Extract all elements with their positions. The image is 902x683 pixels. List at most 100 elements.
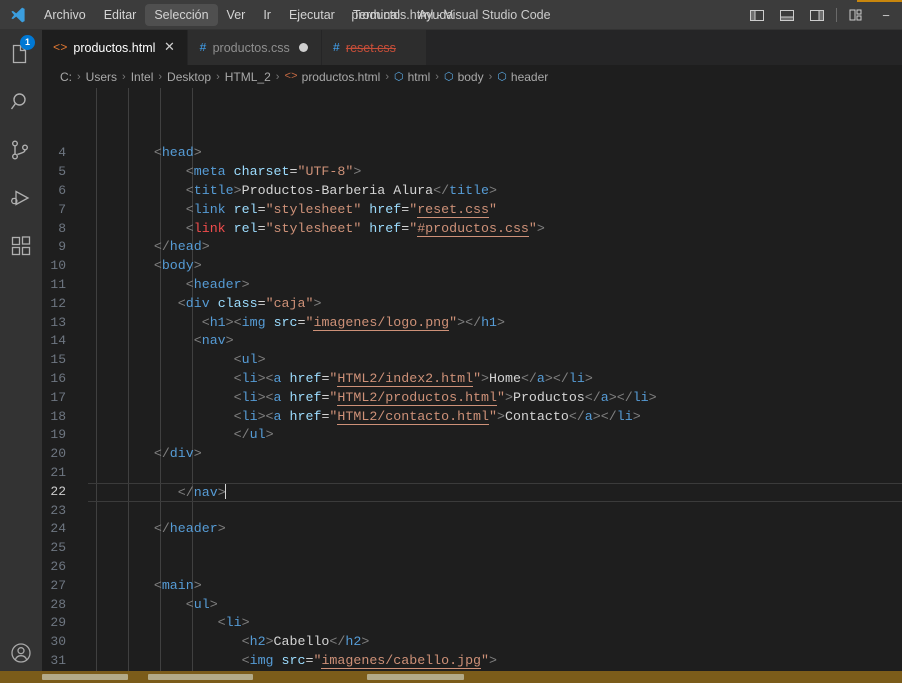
code-line[interactable]: 22 </nav> [42, 482, 902, 502]
file-link[interactable]: #productos.css [417, 220, 529, 237]
code-line[interactable]: 29 <li> [42, 614, 902, 633]
file-link[interactable]: HTML2/index2.html [337, 370, 474, 387]
code-line[interactable]: 5 <meta charset="UTF-8"> [42, 163, 902, 182]
customize-layout-icon[interactable] [842, 2, 870, 28]
account-icon[interactable] [0, 629, 42, 677]
line-text: </ul> [88, 426, 902, 445]
code-line[interactable]: 9 </head> [42, 238, 902, 257]
tab-productos-css[interactable]: # productos.css [188, 30, 322, 65]
code-line[interactable]: 12 <div class="caja"> [42, 295, 902, 314]
code-token: Home [489, 370, 521, 386]
line-text: <head> [88, 144, 902, 163]
code-token: < [90, 634, 250, 650]
code-token: < [90, 389, 242, 405]
file-link[interactable]: reset.css [417, 201, 490, 218]
tab-unsaved-indicator[interactable] [298, 43, 308, 52]
breadcrumb[interactable]: C: › Users › Intel › Desktop › HTML_2 › <> producto… [42, 65, 902, 88]
line-number: 12 [50, 295, 66, 311]
breadcrumb-item-html[interactable]: ⬡ html [394, 70, 430, 84]
menu-item-ejecutar[interactable]: Ejecutar [280, 4, 344, 26]
line-number: 29 [50, 615, 66, 631]
code-token: li [225, 615, 242, 631]
code-editor[interactable]: 3 <html>4 <head>5 <meta charset="UTF-8">… [42, 88, 902, 671]
title-bar-actions[interactable]: − [743, 0, 902, 30]
menu-item-ir[interactable]: Ir [254, 4, 280, 26]
code-token: > [504, 389, 513, 405]
menu-item-ver[interactable]: Ver [218, 4, 255, 26]
code-line[interactable]: 20 </div> [42, 445, 902, 464]
code-line[interactable]: 4 <head> [42, 144, 902, 163]
code-token: Productos [512, 389, 585, 405]
editor-tab-bar[interactable]: <> productos.html ✕ # productos.css # reset.cs… [42, 30, 902, 65]
minimize-button[interactable]: − [872, 2, 900, 28]
breadcrumb-item-html2[interactable]: HTML_2 [225, 70, 271, 84]
code-token: src [273, 652, 306, 668]
menu-item-editar[interactable]: Editar [95, 4, 146, 26]
menu-item-selección[interactable]: Selección [145, 3, 218, 26]
menu-item-terminal[interactable]: Terminal [344, 4, 409, 26]
code-token: < [90, 220, 194, 236]
code-token: > [257, 352, 266, 368]
menu-item-ayuda[interactable]: Ayuda [409, 4, 462, 26]
code-line[interactable]: 30 <h2>Cabello</h2> [42, 633, 902, 652]
code-line[interactable]: 11 <header> [42, 276, 902, 295]
toggle-primary-sidebar-icon[interactable] [743, 2, 771, 28]
code-token: > [201, 239, 210, 255]
code-line[interactable]: 31 <img src="imagenes/cabello.jpg"> [42, 652, 902, 671]
menu-item-archivo[interactable]: Archivo [35, 4, 95, 26]
status-bar[interactable] [0, 671, 902, 683]
sidebar-item-extensions[interactable] [0, 222, 42, 270]
code-line[interactable]: 6 <title>Productos-Barberia Alura</title… [42, 182, 902, 201]
code-token: > [193, 145, 202, 161]
line-number: 22 [50, 483, 66, 499]
breadcrumb-item-desktop[interactable]: Desktop [167, 70, 211, 84]
activity-bar[interactable]: 1 [0, 30, 42, 683]
code-line[interactable]: 25 [42, 539, 902, 558]
code-line[interactable]: 26 [42, 558, 902, 577]
file-link[interactable]: HTML2/productos.html [337, 389, 497, 406]
menu-bar[interactable]: Archivo Editar Selección Ver Ir Ejecutar Termi… [35, 0, 462, 30]
breadcrumb-item-productoshtml[interactable]: <> productos.html [284, 70, 380, 84]
code-line[interactable]: 27 <main> [42, 577, 902, 596]
code-token: img [241, 314, 266, 330]
code-line[interactable]: 17 <li><a href="HTML2/productos.html">Pr… [42, 389, 902, 408]
toggle-panel-icon[interactable] [773, 2, 801, 28]
code-line[interactable]: 28 <ul> [42, 596, 902, 615]
file-link[interactable]: imagenes/logo.png [313, 314, 450, 331]
breadcrumb-item-header[interactable]: ⬡ header [497, 70, 548, 84]
code-line[interactable]: 19 </ul> [42, 426, 902, 445]
code-line[interactable]: 7 <link rel="stylesheet" href="reset.css… [42, 201, 902, 220]
line-text: <body> [88, 257, 902, 276]
code-line[interactable]: 24 </header> [42, 520, 902, 539]
sidebar-item-source-control[interactable] [0, 126, 42, 174]
code-line[interactable]: 15 <ul> [42, 351, 902, 370]
breadcrumb-item-users[interactable]: Users [86, 70, 117, 84]
sidebar-item-explorer[interactable]: 1 [0, 30, 42, 78]
breadcrumb-item-intel[interactable]: Intel [131, 70, 154, 84]
toggle-secondary-sidebar-icon[interactable] [803, 2, 831, 28]
code-token: nav [201, 333, 226, 349]
sidebar-item-search[interactable] [0, 78, 42, 126]
file-link[interactable]: HTML2/contacto.html [337, 408, 490, 425]
code-line[interactable]: 18 <li><a href="HTML2/contacto.html">Con… [42, 408, 902, 427]
code-token: ></ [592, 408, 617, 424]
breadcrumb-item-body[interactable]: ⬡ body [444, 70, 484, 84]
line-text: <li><a href="HTML2/contacto.html">Contac… [88, 408, 902, 427]
code-line[interactable]: 8 <link rel="stylesheet" href="#producto… [42, 220, 902, 239]
text-cursor [224, 483, 227, 499]
code-line[interactable]: 13 <h1><img src="imagenes/logo.png"></h1… [42, 314, 902, 333]
code-line[interactable]: 23 [42, 502, 902, 521]
code-line[interactable]: 21 [42, 464, 902, 483]
code-line[interactable]: 10 <body> [42, 257, 902, 276]
file-link[interactable]: imagenes/cabello.jpg [321, 652, 482, 669]
code-line[interactable]: 16 <li><a href="HTML2/index2.html">Home<… [42, 370, 902, 389]
tab-close-icon[interactable]: ✕ [161, 39, 177, 56]
tab-label: productos.css [212, 40, 290, 55]
breadcrumb-item-c[interactable]: C: [60, 70, 72, 84]
tab-reset-css[interactable]: # reset.css [321, 30, 427, 65]
line-text: </div> [88, 445, 902, 464]
sidebar-item-run-and-debug[interactable] [0, 174, 42, 222]
code-line[interactable]: 14 <nav> [42, 332, 902, 351]
tab-productos-html[interactable]: <> productos.html ✕ [42, 30, 189, 65]
code-token: > [584, 370, 593, 386]
